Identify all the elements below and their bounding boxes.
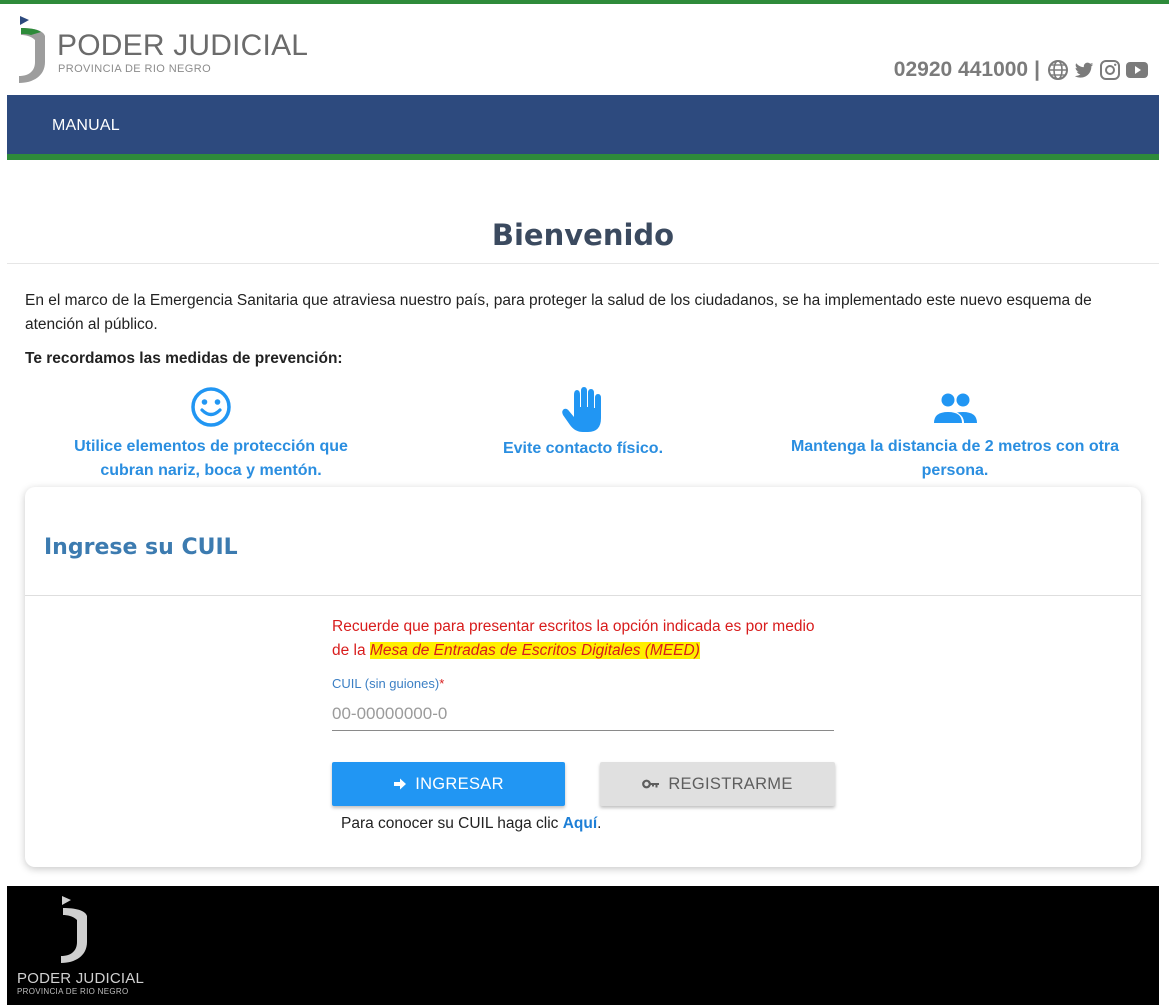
login-card-divider [25,595,1141,596]
intro-text: En el marco de la Emergencia Sanitaria q… [25,292,1092,333]
registrarme-button-label: REGISTRARME [668,774,793,793]
footer-logo-subtitle: PROVINCIA DE RIO NEGRO [17,987,129,996]
login-card: Ingrese su CUIL Recuerde que para presen… [25,487,1141,867]
title-divider [7,263,1159,264]
page: PODER JUDICIAL PROVINCIA DE RIO NEGRO 02… [0,0,1169,1005]
aqui-link[interactable]: Aquí [563,815,597,832]
arrow-right-icon [394,778,407,790]
logo-title: PODER JUDICIAL [57,29,309,62]
youtube-icon[interactable] [1125,59,1148,81]
phone-number: 02920 441000 [893,58,1029,81]
measure-distance-text: Mantenga la distancia de 2 metros con ot… [790,438,1120,479]
nav-green-stripe [7,154,1159,160]
twitter-icon[interactable] [1073,59,1095,81]
footer-logo: PODER JUDICIAL PROVINCIA DE RIO NEGRO [17,894,144,1004]
measure-protection: Utilice elementos de protección que cubr… [55,385,367,483]
cuil-help: Para conocer su CUIL haga clic Aquí. [341,815,601,833]
meed-notice: Recuerde que para presentar escritos la … [332,615,832,663]
site-footer: PODER JUDICIAL PROVINCIA DE RIO NEGRO [7,886,1159,1005]
smiley-icon [191,387,231,427]
hand-icon [562,387,601,432]
logo-mark-icon [19,16,45,83]
required-mark: * [439,676,445,691]
main-navbar: MANUAL [7,95,1159,154]
contact-separator: | [1034,58,1040,81]
key-icon [642,779,660,789]
measure-contact: Evite contacto físico. [455,385,711,461]
cuil-input[interactable] [332,697,834,731]
cuil-help-end: . [597,815,602,832]
ingresar-button-label: INGRESAR [415,774,504,793]
measure-distance: Mantenga la distancia de 2 metros con ot… [780,385,1130,483]
nav-item-manual[interactable]: MANUAL [52,117,120,135]
logo-subtitle: PROVINCIA DE RIO NEGRO [58,63,212,75]
meed-highlight: Mesa de Entradas de Escritos Digitales (… [369,642,700,659]
people-icon [934,393,977,423]
measure-protection-text: Utilice elementos de protección que cubr… [74,438,348,479]
ingresar-button[interactable]: INGRESAR [332,762,565,806]
contact-bar: 02920 441000 | [893,58,1148,82]
page-title: Bienvenido [491,218,675,252]
footer-logo-mark-icon [61,896,87,963]
footer-logo-title: PODER JUDICIAL [17,970,144,987]
globe-icon[interactable] [1047,59,1069,81]
prevention-title: Te recordamos las medidas de prevención: [25,350,343,367]
registrarme-button[interactable]: REGISTRARME [600,762,835,806]
cuil-help-text: Para conocer su CUIL haga clic [341,815,563,832]
cuil-label-text: CUIL (sin guiones) [332,676,440,691]
measure-contact-text: Evite contacto físico. [502,440,664,457]
cuil-label: CUIL (sin guiones)* [332,676,444,691]
instagram-icon[interactable] [1099,59,1121,81]
site-header: PODER JUDICIAL PROVINCIA DE RIO NEGRO 02… [7,4,1159,95]
poder-judicial-logo[interactable]: PODER JUDICIAL PROVINCIA DE RIO NEGRO [17,16,309,86]
login-card-title: Ingrese su CUIL [44,535,238,560]
